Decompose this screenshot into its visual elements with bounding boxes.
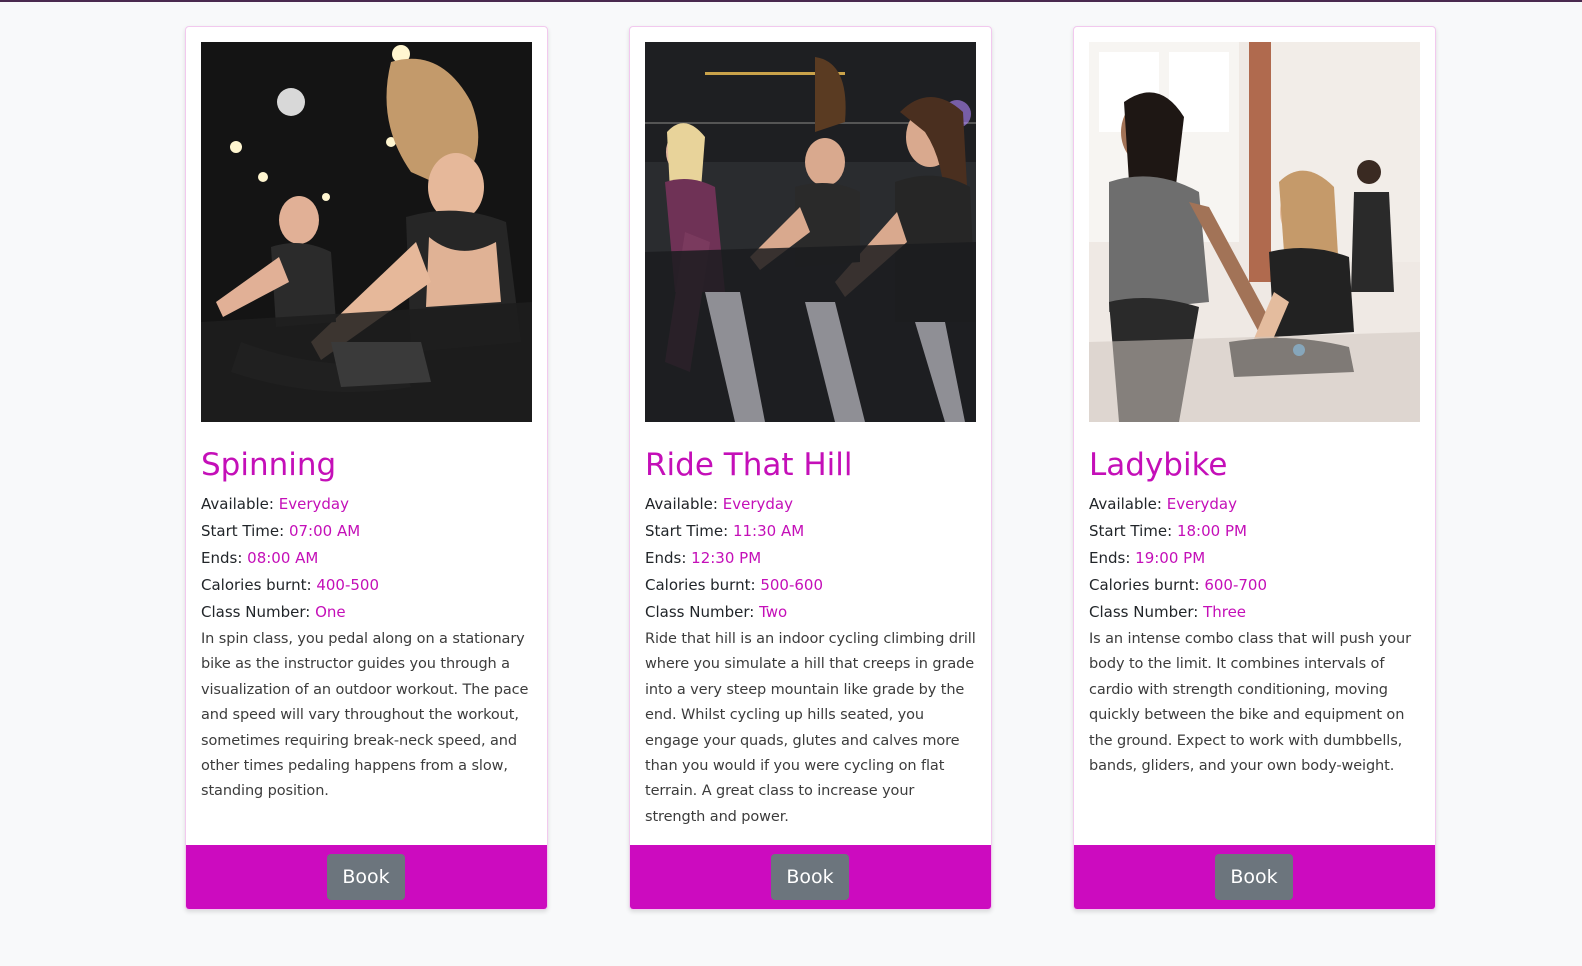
available-row: Available: Everyday: [1089, 491, 1422, 518]
available-value: Everyday: [1166, 495, 1237, 513]
ends-label: Ends:: [645, 549, 687, 567]
book-button[interactable]: Book: [1215, 854, 1293, 900]
class-photo: [645, 42, 976, 422]
start-time-label: Start Time:: [201, 522, 285, 540]
ends-label: Ends:: [1089, 549, 1131, 567]
start-time-value: 11:30 AM: [732, 522, 805, 540]
class-description: Is an intense combo class that will push…: [1089, 631, 1411, 775]
start-time-value: 07:00 AM: [288, 522, 361, 540]
class-title: Ride That Hill: [645, 447, 853, 483]
calories-value: 600-700: [1204, 576, 1267, 594]
ends-row: Ends: 12:30 PM: [645, 545, 978, 572]
class-number-label: Class Number:: [201, 603, 311, 621]
start-time-row: Start Time: 11:30 AM: [645, 518, 978, 545]
class-card-spinning: Spinning Available: Everyday Start Time:…: [185, 26, 548, 910]
calories-row: Calories burnt: 400-500: [201, 572, 534, 599]
calories-row: Calories burnt: 600-700: [1089, 572, 1422, 599]
calories-row: Calories burnt: 500-600: [645, 572, 978, 599]
available-value: Everyday: [278, 495, 349, 513]
book-button[interactable]: Book: [771, 854, 849, 900]
start-time-row: Start Time: 18:00 PM: [1089, 518, 1422, 545]
available-label: Available:: [201, 495, 274, 513]
class-number-row: Class Number: Two: [645, 599, 978, 626]
class-card-ladybike: Ladybike Available: Everyday Start Time:…: [1073, 26, 1436, 910]
ends-value: 19:00 PM: [1135, 549, 1206, 567]
class-photo: [1089, 42, 1420, 422]
ends-row: Ends: 19:00 PM: [1089, 545, 1422, 572]
available-row: Available: Everyday: [201, 491, 534, 518]
calories-label: Calories burnt:: [201, 576, 312, 594]
calories-value: 500-600: [760, 576, 823, 594]
class-number-label: Class Number:: [645, 603, 755, 621]
start-time-label: Start Time:: [1089, 522, 1173, 540]
class-number-value: Three: [1203, 603, 1247, 621]
class-info: Available: Everyday Start Time: 18:00 PM…: [1089, 491, 1422, 794]
card-footer: Book: [630, 845, 991, 909]
available-label: Available:: [645, 495, 718, 513]
class-number-row: Class Number: Three: [1089, 599, 1422, 626]
class-title: Ladybike: [1089, 447, 1228, 483]
start-time-row: Start Time: 07:00 AM: [201, 518, 534, 545]
start-time-label: Start Time:: [645, 522, 729, 540]
available-row: Available: Everyday: [645, 491, 978, 518]
ends-row: Ends: 08:00 AM: [201, 545, 534, 572]
class-number-label: Class Number:: [1089, 603, 1199, 621]
calories-label: Calories burnt:: [645, 576, 756, 594]
ends-label: Ends:: [201, 549, 243, 567]
class-description: In spin class, you pedal along on a stat…: [201, 631, 529, 800]
calories-label: Calories burnt:: [1089, 576, 1200, 594]
start-time-value: 18:00 PM: [1176, 522, 1247, 540]
available-label: Available:: [1089, 495, 1162, 513]
card-footer: Book: [186, 845, 547, 909]
available-value: Everyday: [722, 495, 793, 513]
class-number-row: Class Number: One: [201, 599, 534, 626]
book-button[interactable]: Book: [327, 854, 405, 900]
class-info: Available: Everyday Start Time: 11:30 AM…: [645, 491, 978, 845]
class-info: Available: Everyday Start Time: 07:00 AM…: [201, 491, 534, 819]
ends-value: 08:00 AM: [247, 549, 319, 567]
class-number-value: One: [315, 603, 346, 621]
calories-value: 400-500: [316, 576, 379, 594]
top-border: [0, 0, 1582, 2]
class-description: Ride that hill is an indoor cycling clim…: [645, 631, 976, 825]
class-card-ride-that-hill: Ride That Hill Available: Everyday Start…: [629, 26, 992, 910]
class-title: Spinning: [201, 447, 337, 483]
ends-value: 12:30 PM: [691, 549, 762, 567]
class-number-value: Two: [759, 603, 788, 621]
class-photo: [201, 42, 532, 422]
card-footer: Book: [1074, 845, 1435, 909]
